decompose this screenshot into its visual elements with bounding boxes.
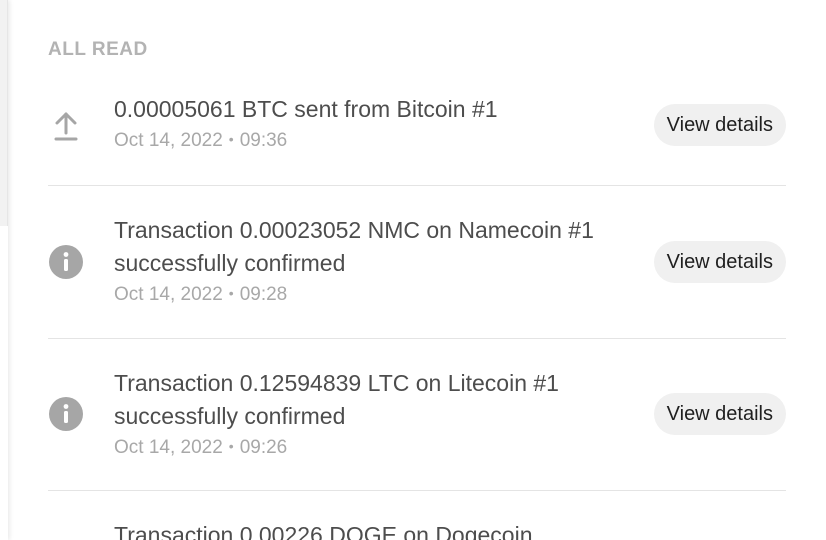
view-details-button[interactable]: View details	[653, 393, 786, 435]
notification-time: 09:26	[239, 437, 288, 458]
separator-dot: •	[228, 285, 234, 301]
drawer-edge-inner	[0, 0, 8, 226]
notification-message: Transaction 0.12594839 LTC on Litecoin #…	[114, 370, 559, 429]
view-details-button[interactable]: View details	[653, 104, 786, 146]
notification-message: Transaction 0.00226 DOGE on Dogecoin	[114, 522, 533, 540]
notification-item: Transaction 0.00023052 NMC on Namecoin #…	[48, 186, 786, 339]
notification-time: 09:28	[239, 284, 288, 305]
notification-timestamp: Oct 14, 2022 • 09:36	[114, 127, 624, 153]
notification-message: 0.00005061 BTC sent from Bitcoin #1	[114, 96, 498, 122]
drawer-edge	[0, 0, 8, 540]
notification-item: Transaction 0.00226 DOGE on Dogecoin	[48, 491, 786, 540]
separator-dot: •	[228, 131, 234, 147]
separator-dot: •	[228, 438, 234, 454]
notification-item: Transaction 0.12594839 LTC on Litecoin #…	[48, 339, 786, 491]
section-title: ALL READ	[48, 39, 148, 60]
upload-arrow-icon	[48, 108, 84, 144]
notification-timestamp: Oct 14, 2022 • 09:26	[114, 434, 624, 460]
info-circle-icon	[48, 396, 84, 432]
notification-date: Oct 14, 2022	[114, 437, 223, 458]
info-circle-icon	[48, 244, 84, 280]
notification-time: 09:36	[239, 130, 288, 151]
notification-timestamp: Oct 14, 2022 • 09:28	[114, 281, 624, 307]
view-details-button[interactable]: View details	[653, 241, 786, 283]
notification-message: Transaction 0.00023052 NMC on Namecoin #…	[114, 217, 594, 276]
notification-date: Oct 14, 2022	[114, 130, 223, 151]
notification-item: 0.00005061 BTC sent from Bitcoin #1 Oct …	[48, 90, 786, 186]
notification-date: Oct 14, 2022	[114, 284, 223, 305]
notifications-screen: ALL READ 0.00005061 BTC sent from Bitcoi…	[0, 0, 826, 540]
